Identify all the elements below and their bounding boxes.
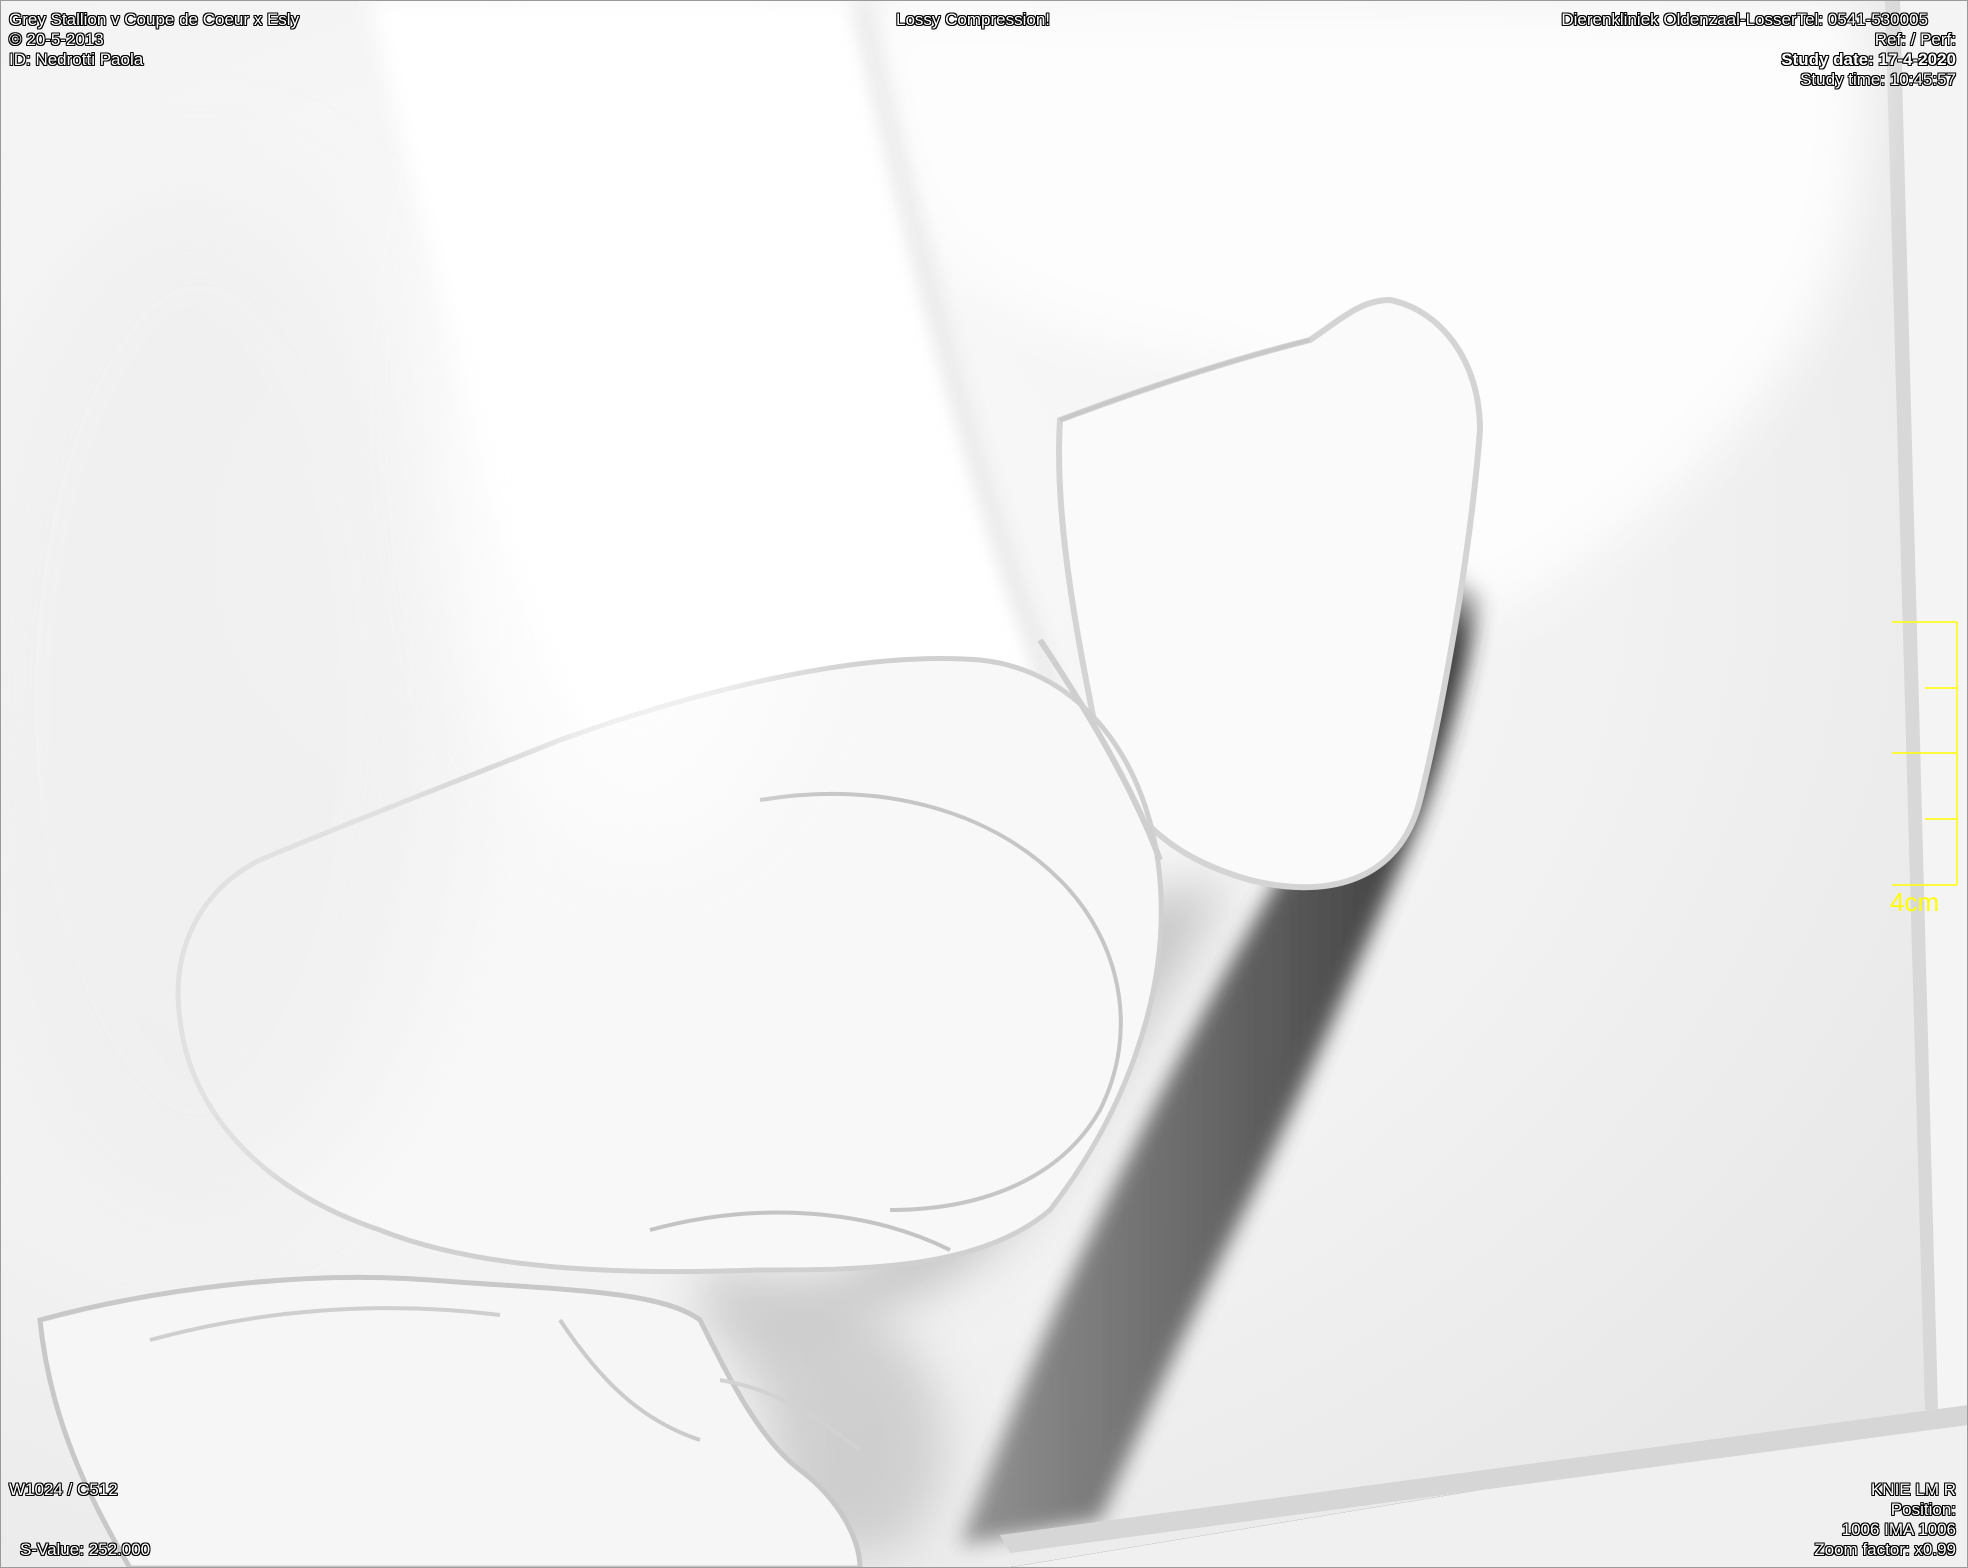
scale-bar-label: 4cm (1890, 887, 1940, 917)
study-time-text: Study time: 10:45:57 (1800, 70, 1956, 89)
s-value-text: S-Value: 252.000 (20, 1540, 151, 1559)
study-date-text: Study date: 17-4-2020 (1781, 50, 1956, 69)
compression-notice-text: Lossy Compression! (896, 10, 1051, 29)
dicom-image-viewport[interactable]: Grey Stallion v Coupe de Coeur x Esly © … (0, 0, 1968, 1568)
birth-date-text: © 20-5-2013 (9, 30, 104, 49)
position-text: Position: (1890, 1500, 1956, 1519)
series-description-text: KNIE LM R (1870, 1480, 1956, 1499)
referring-physician-text: Ref: / Perf: (1874, 30, 1956, 49)
clinic-info-text: Dierenkliniek Oldenzaal-LosserTel: 0541-… (1561, 10, 1928, 29)
zoom-factor-text: Zoom factor: x0.99 (1814, 1540, 1956, 1559)
window-level-text: W1024 / C512 (9, 1480, 118, 1499)
image-number-text: 1006 IMA 1006 (1841, 1520, 1956, 1539)
patient-id-text: ID: Nedrotti Paola (9, 50, 144, 69)
patient-name-text: Grey Stallion v Coupe de Coeur x Esly (9, 10, 300, 29)
knee-radiograph-image (0, 0, 1968, 1568)
